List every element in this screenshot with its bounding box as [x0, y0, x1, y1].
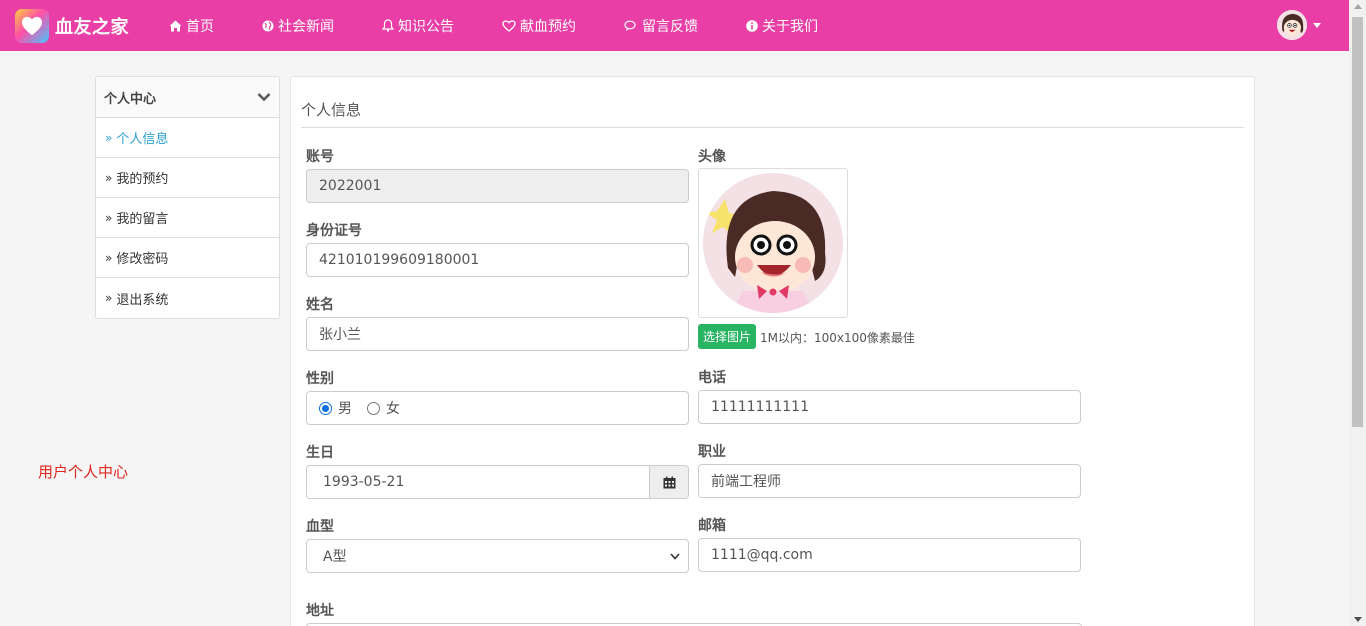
id-card-label: 身份证号	[306, 223, 362, 239]
double-chevron-right-icon: »	[105, 291, 113, 305]
blood-type-select[interactable]: A型	[306, 539, 689, 573]
name-value: 张小兰	[319, 327, 361, 343]
nav-item-label: 知识公告	[398, 18, 454, 35]
nav-item-label: 首页	[186, 18, 214, 35]
sidebar: 个人中心 » 个人信息 » 我的预约 » 我的留言 » 修改密码 » 退出系统	[95, 76, 280, 319]
chevron-down-icon	[257, 93, 271, 102]
nav-item-label: 留言反馈	[642, 18, 698, 35]
id-card-field[interactable]: 421010199609180001	[306, 243, 689, 277]
chevron-down-icon	[670, 553, 680, 560]
email-field[interactable]: 1111@qq.com	[698, 538, 1081, 572]
double-chevron-right-icon: »	[105, 210, 113, 225]
divider	[301, 127, 1244, 128]
birthday-field[interactable]: 1993-05-21	[306, 465, 689, 499]
info-circle-icon	[746, 19, 758, 32]
nav-item-label: 关于我们	[762, 18, 818, 35]
scroll-thumb[interactable]	[1352, 17, 1363, 427]
account-field[interactable]: 2022001	[306, 169, 689, 203]
double-chevron-right-icon: »	[105, 130, 113, 145]
nav-menu: 首页 社会新闻 知识公告 献血预约 留言反馈 关于我们	[169, 16, 866, 36]
nav-item-feedback[interactable]: 留言反馈	[624, 16, 698, 36]
sidebar-item-change-password[interactable]: » 修改密码	[96, 238, 279, 278]
scroll-down-arrow-icon[interactable]	[1354, 617, 1362, 622]
profile-panel: 个人信息 账号 2022001 身份证号 421010199609180001 …	[290, 76, 1255, 626]
user-menu-toggle[interactable]	[1277, 10, 1321, 40]
chevron-down-icon	[1313, 22, 1321, 28]
phone-value: 11111111111	[711, 399, 809, 415]
avatar-preview	[698, 168, 848, 318]
globe-icon	[262, 20, 274, 31]
nav-item-label: 社会新闻	[278, 18, 334, 35]
phone-field[interactable]: 11111111111	[698, 390, 1081, 424]
gender-group: 男 女	[306, 391, 689, 425]
avatar-hint: 1M以内：100x100像素最佳	[760, 331, 915, 345]
job-value: 前端工程师	[711, 474, 781, 490]
sidebar-item-messages[interactable]: » 我的留言	[96, 198, 279, 238]
choose-image-button[interactable]: 选择图片	[698, 324, 757, 349]
scroll-up-arrow-icon[interactable]	[1354, 4, 1362, 9]
double-chevron-right-icon: »	[105, 170, 113, 185]
blood-type-value: A型	[323, 549, 347, 565]
email-value: 1111@qq.com	[711, 547, 813, 563]
nav-item-notices[interactable]: 知识公告	[382, 16, 454, 36]
address-label: 地址	[306, 603, 334, 619]
birthday-label: 生日	[306, 445, 334, 461]
phone-label: 电话	[698, 370, 726, 386]
job-label: 职业	[698, 444, 726, 460]
birthday-value: 1993-05-21	[323, 474, 405, 490]
nav-item-news[interactable]: 社会新闻	[262, 16, 334, 36]
comments-icon	[624, 20, 636, 31]
account-value: 2022001	[319, 178, 382, 194]
radio-checked-icon	[319, 401, 332, 415]
nav-item-home[interactable]: 首页	[169, 16, 214, 36]
sidebar-item-label: 我的留言	[116, 212, 169, 227]
sidebar-item-label: 修改密码	[116, 252, 169, 267]
sidebar-item-logout[interactable]: » 退出系统	[96, 278, 279, 318]
nav-item-label: 献血预约	[520, 18, 576, 35]
calendar-button[interactable]	[649, 466, 688, 498]
top-navbar: 血友之家 首页 社会新闻 知识公告 献血预约 留言反馈 关于我们	[0, 0, 1349, 51]
brand-title: 血友之家	[55, 16, 129, 38]
heart-icon	[502, 19, 516, 32]
sidebar-item-label: 我的预约	[116, 172, 169, 187]
avatar	[1277, 10, 1307, 40]
avatar	[703, 173, 843, 313]
job-field[interactable]: 前端工程师	[698, 464, 1081, 498]
id-card-value: 421010199609180001	[319, 252, 480, 268]
calendar-icon	[663, 476, 675, 488]
brand[interactable]: 血友之家	[15, 8, 129, 43]
gender-label: 性别	[306, 371, 334, 387]
page-note: 用户个人中心	[38, 463, 129, 481]
page-scrollbar[interactable]	[1349, 0, 1366, 626]
radio-unchecked-icon	[367, 401, 380, 415]
gender-male-option[interactable]: 男	[319, 398, 352, 418]
sidebar-item-label: 个人信息	[116, 132, 169, 147]
sidebar-item-profile[interactable]: » 个人信息	[96, 118, 279, 158]
email-label: 邮箱	[698, 518, 726, 534]
sidebar-header-label: 个人中心	[104, 91, 157, 107]
name-label: 姓名	[306, 297, 334, 313]
home-icon	[169, 20, 182, 31]
heart-logo-icon	[15, 8, 49, 43]
gender-female-option[interactable]: 女	[367, 398, 400, 418]
panel-title: 个人信息	[301, 101, 362, 119]
nav-item-about[interactable]: 关于我们	[746, 16, 818, 36]
gender-female-label: 女	[386, 401, 400, 417]
sidebar-header[interactable]: 个人中心	[96, 77, 279, 118]
avatar-label: 头像	[698, 149, 726, 165]
blood-type-label: 血型	[306, 519, 334, 535]
account-label: 账号	[306, 149, 334, 165]
bell-icon	[382, 19, 394, 32]
nav-item-donation[interactable]: 献血预约	[502, 16, 576, 36]
gender-male-label: 男	[338, 401, 352, 417]
sidebar-item-appointments[interactable]: » 我的预约	[96, 158, 279, 198]
name-field[interactable]: 张小兰	[306, 317, 689, 351]
sidebar-item-label: 退出系统	[116, 292, 169, 308]
double-chevron-right-icon: »	[105, 250, 113, 265]
